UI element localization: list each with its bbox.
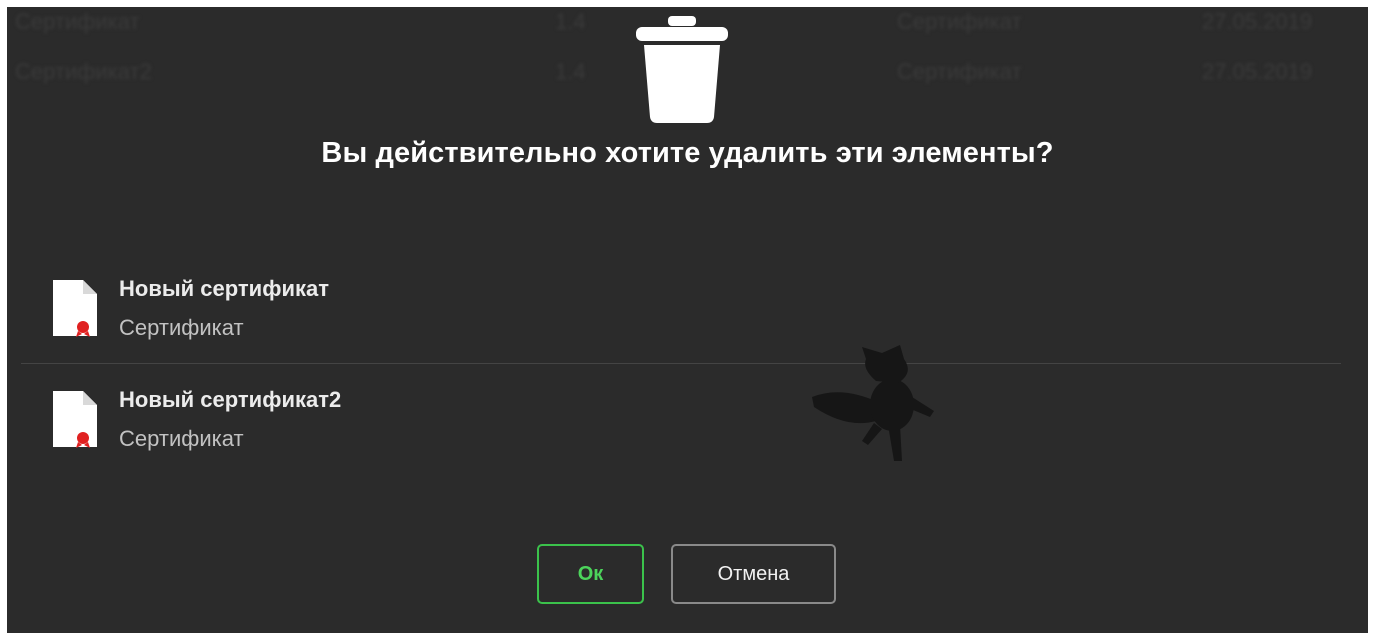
divider (21, 363, 1341, 364)
dialog-title: Вы действительно хотите удалить эти элем… (321, 137, 1054, 169)
trash-icon (636, 16, 728, 123)
item-type: Сертификат (119, 426, 244, 451)
item-name: Новый сертификат2 (119, 387, 342, 412)
cancel-button[interactable]: Отмена (671, 544, 836, 604)
background-cell: Сертификат (897, 9, 1022, 34)
list-item: Новый сертификат Сертификат (21, 269, 1341, 359)
delete-confirmation-dialog: Сертификат 1.4 Сертификат 27.05.2019 Сер… (7, 7, 1368, 633)
certificate-file-icon (53, 391, 97, 448)
background-cell: Сертификат (897, 59, 1022, 84)
background-cell: 27.05.2019 (1202, 59, 1313, 84)
background-cell: Сертификат (15, 9, 140, 34)
background-cell: 1.4 (555, 9, 586, 34)
certificate-file-icon (53, 280, 97, 337)
background-cell: 27.05.2019 (1202, 9, 1313, 34)
background-cell: 1.4 (555, 59, 586, 84)
ok-button[interactable]: Ок (537, 544, 644, 604)
fox-mascot-icon (812, 345, 934, 461)
background-cell: Сертификат2 (15, 59, 152, 84)
item-type: Сертификат (119, 315, 244, 340)
list-item: Новый сертификат2 Сертификат (21, 380, 1341, 470)
item-name: Новый сертификат (119, 276, 329, 301)
